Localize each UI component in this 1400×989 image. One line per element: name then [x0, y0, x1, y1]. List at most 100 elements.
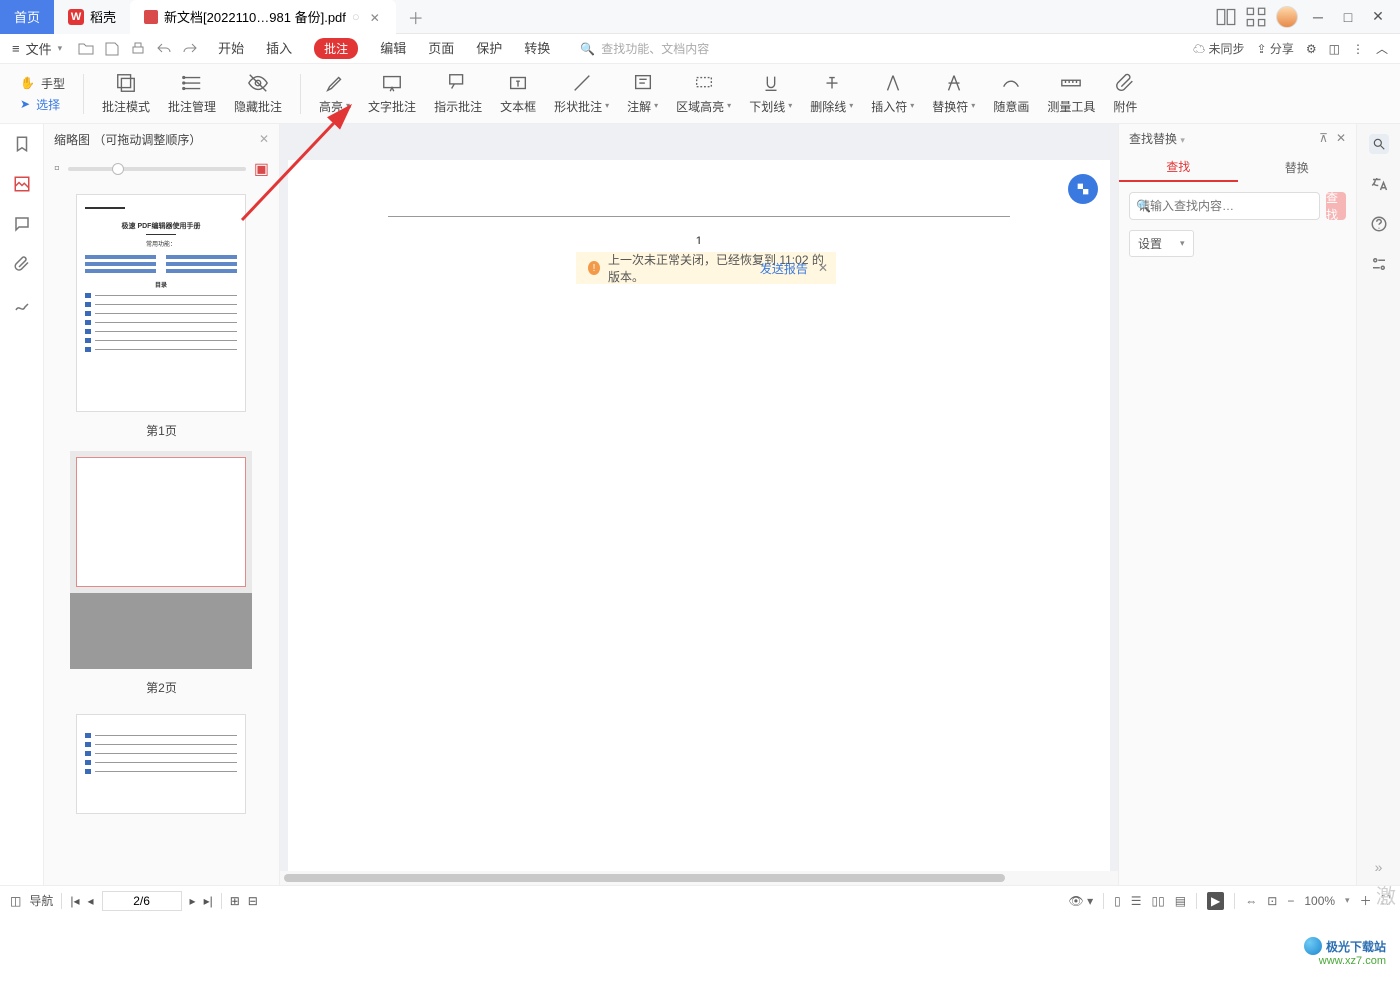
- translate-rail-icon[interactable]: [1369, 174, 1389, 194]
- highlight-button[interactable]: 高亮▾: [319, 72, 350, 115]
- layout-toggle-icon[interactable]: [1216, 7, 1236, 27]
- find-button[interactable]: 查找: [1326, 192, 1346, 220]
- menu-file[interactable]: ≡ 文件 ▾: [12, 39, 62, 58]
- book-icon[interactable]: ▤: [1175, 894, 1186, 908]
- close-icon[interactable]: ✕: [370, 11, 382, 23]
- view-mode-icon[interactable]: 👁 ▾: [1069, 894, 1094, 908]
- menu-edit[interactable]: 编辑: [380, 38, 406, 59]
- minimize-button[interactable]: ─: [1308, 7, 1328, 27]
- tab-home[interactable]: 首页: [0, 0, 54, 34]
- strikethrough-button[interactable]: 删除线▾: [810, 72, 853, 115]
- attachment-button[interactable]: 附件: [1113, 72, 1137, 115]
- thumbnail-3[interactable]: [76, 714, 247, 814]
- floating-translate-button[interactable]: [1068, 174, 1098, 204]
- sync-status[interactable]: ☁ 未同步: [1193, 40, 1244, 57]
- apps-grid-icon[interactable]: [1246, 7, 1266, 27]
- add-page-icon[interactable]: ⊞: [230, 894, 240, 908]
- add-tab-button[interactable]: ＋: [396, 5, 436, 29]
- tab-replace[interactable]: 替换: [1238, 152, 1357, 182]
- horizontal-scrollbar[interactable]: [280, 871, 1118, 885]
- single-page-icon[interactable]: ▯: [1114, 894, 1121, 908]
- measure-button[interactable]: 测量工具: [1047, 72, 1095, 115]
- open-icon[interactable]: [78, 41, 94, 57]
- textbox-button[interactable]: 文本框: [500, 72, 536, 115]
- attachment-panel-icon[interactable]: [12, 254, 32, 274]
- annotate-manage-button[interactable]: 批注管理: [168, 72, 216, 115]
- window-split-icon[interactable]: ◫: [1329, 42, 1340, 56]
- text-annotation-button[interactable]: 文字批注: [368, 72, 416, 115]
- prev-page-icon[interactable]: ◂: [88, 894, 94, 908]
- caret-button[interactable]: 插入符▾: [871, 72, 914, 115]
- bookmark-icon[interactable]: [12, 134, 32, 154]
- pin-icon[interactable]: ⊼: [1319, 131, 1328, 145]
- tab-find[interactable]: 查找: [1119, 152, 1238, 182]
- nav-label[interactable]: 导航: [29, 892, 53, 909]
- settings-icon[interactable]: ⚙: [1306, 42, 1317, 56]
- area-highlight-button[interactable]: 区域高亮▾: [676, 72, 731, 115]
- first-page-icon[interactable]: |◂: [70, 894, 79, 908]
- fit-page-icon[interactable]: ⊡: [1267, 894, 1277, 908]
- maximize-button button[interactable]: □: [1338, 7, 1358, 27]
- menu-convert[interactable]: 转换: [524, 38, 550, 59]
- collapse-ribbon-icon[interactable]: ︿: [1376, 40, 1388, 57]
- tab-document[interactable]: 新文档[2022110…981 备份].pdf ○ ✕: [130, 0, 396, 34]
- select-tool[interactable]: ➤选择: [20, 96, 65, 113]
- more-icon[interactable]: ⋮: [1352, 42, 1364, 56]
- close-find-panel-icon[interactable]: ✕: [1336, 131, 1346, 145]
- next-page-icon[interactable]: ▸: [190, 894, 196, 908]
- replace-mark-button[interactable]: 替换符▾: [932, 72, 975, 115]
- close-notice-icon[interactable]: ✕: [818, 261, 828, 275]
- last-page-icon[interactable]: ▸|: [204, 894, 213, 908]
- nav-toggle-icon[interactable]: ◫: [10, 894, 21, 908]
- thumbnail-2[interactable]: 第2页: [76, 457, 247, 696]
- settings-rail-icon[interactable]: [1369, 254, 1389, 274]
- hide-annotations-button[interactable]: 隐藏批注: [234, 72, 282, 115]
- underline-button[interactable]: 下划线▾: [749, 72, 792, 115]
- two-page-icon[interactable]: ▯▯: [1151, 894, 1164, 908]
- share-button[interactable]: ⇪ 分享: [1256, 40, 1293, 57]
- collapse-rail-icon[interactable]: »: [1375, 859, 1383, 875]
- save-icon[interactable]: [104, 41, 120, 57]
- comment-icon[interactable]: [12, 214, 32, 234]
- freehand-button[interactable]: 随意画: [993, 72, 1029, 115]
- print-icon[interactable]: [130, 41, 146, 57]
- menu-page[interactable]: 页面: [428, 38, 454, 59]
- thumbnail-icon[interactable]: [12, 174, 32, 194]
- zoom-level[interactable]: 100%: [1304, 894, 1335, 908]
- thumb-size-slider[interactable]: [68, 167, 246, 171]
- menu-annotate[interactable]: 批注: [314, 38, 358, 59]
- zoom-out-icon[interactable]: −: [1287, 894, 1294, 908]
- send-report-link[interactable]: 发送报告: [760, 260, 808, 277]
- menu-protect[interactable]: 保护: [476, 38, 502, 59]
- help-rail-icon[interactable]: [1369, 214, 1389, 234]
- continuous-icon[interactable]: ☰: [1131, 894, 1142, 908]
- thumbnail-scroll[interactable]: 极速 PDF编辑器使用手册 常用功能： 目录 第1页: [44, 184, 279, 885]
- shape-annotation-button[interactable]: 形状批注▾: [554, 72, 609, 115]
- zoom-out-thumb-icon[interactable]: ▫: [54, 160, 60, 178]
- thumbnail-1[interactable]: 极速 PDF编辑器使用手册 常用功能： 目录 第1页: [76, 194, 247, 439]
- scrollbar-thumb[interactable]: [284, 874, 1005, 882]
- undo-icon[interactable]: [156, 41, 172, 57]
- feature-search[interactable]: 🔍 查找功能、文档内容: [580, 40, 709, 57]
- signature-icon[interactable]: [12, 294, 32, 314]
- close-window-button[interactable]: ✕: [1368, 7, 1388, 27]
- close-panel-icon[interactable]: ✕: [259, 132, 269, 146]
- document-area[interactable]: ! 上一次未正常关闭，已经恢复到 11:02 的版本。 发送报告 ✕ 1: [280, 124, 1118, 885]
- presentation-icon[interactable]: ▶: [1207, 892, 1224, 910]
- annotate-mode-button[interactable]: 批注模式: [102, 72, 150, 115]
- page-input[interactable]: [102, 891, 182, 911]
- find-input[interactable]: [1129, 192, 1320, 220]
- zoom-in-icon[interactable]: ＋: [1360, 892, 1372, 909]
- menu-insert[interactable]: 插入: [266, 38, 292, 59]
- redo-icon[interactable]: [182, 41, 198, 57]
- menu-start[interactable]: 开始: [218, 38, 244, 59]
- fit-width-icon[interactable]: ⇔: [1245, 894, 1257, 908]
- note-button[interactable]: 注解▾: [627, 72, 658, 115]
- zoom-in-thumb-icon[interactable]: ▣: [254, 159, 269, 179]
- indicator-annotation-button[interactable]: 指示批注: [434, 72, 482, 115]
- hand-tool[interactable]: ✋手型: [20, 75, 65, 92]
- find-rail-icon[interactable]: [1369, 134, 1389, 154]
- remove-page-icon[interactable]: ⊟: [248, 894, 258, 908]
- slider-knob[interactable]: [112, 163, 124, 175]
- user-avatar[interactable]: [1276, 6, 1298, 28]
